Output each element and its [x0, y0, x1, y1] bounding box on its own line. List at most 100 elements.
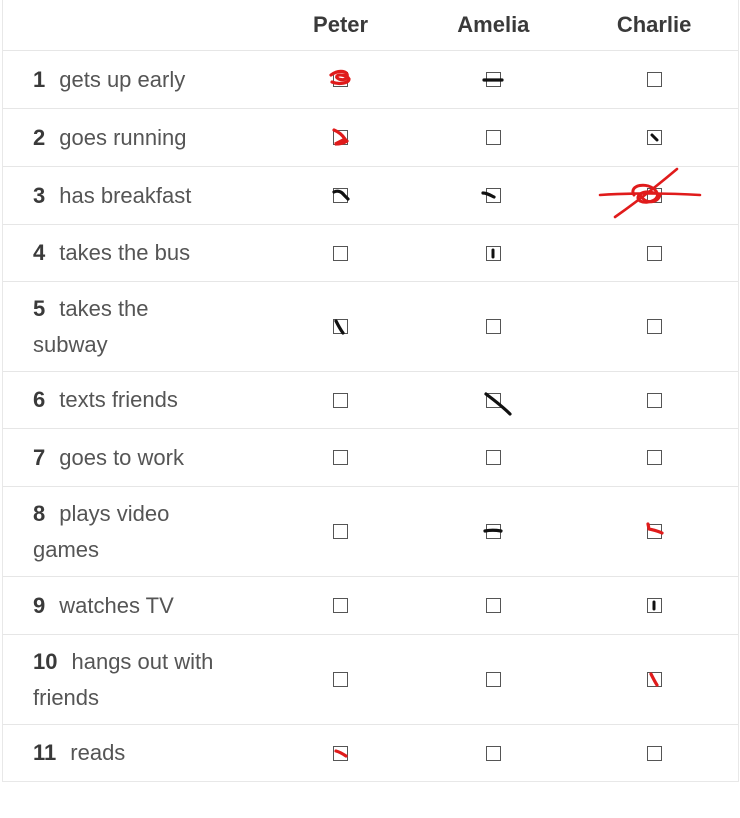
column-header-charlie: Charlie: [616, 12, 692, 37]
row-number: 11: [33, 740, 57, 765]
cell-amelia: [416, 188, 570, 203]
checkbox-amelia[interactable]: [485, 245, 501, 261]
checkbox-amelia[interactable]: [485, 130, 501, 145]
checkbox-charlie[interactable]: [646, 522, 664, 539]
checkbox-peter[interactable]: [333, 672, 349, 687]
activity-cell: 6 texts friends: [3, 382, 265, 418]
activity-label: takes the subway: [33, 295, 149, 357]
row-number: 3: [33, 182, 46, 208]
red-check-mark: [646, 522, 664, 535]
black-dash-mark: [481, 191, 496, 199]
checkbox-charlie[interactable]: [646, 450, 662, 465]
checkbox-peter[interactable]: [333, 450, 349, 465]
table-row: 7 goes to work: [3, 428, 738, 486]
cell-charlie: [570, 392, 738, 408]
cell-charlie: [570, 522, 738, 539]
cell-amelia: [416, 450, 570, 465]
checkbox-amelia[interactable]: [485, 598, 501, 613]
checkbox-peter[interactable]: [333, 745, 349, 761]
checkbox-charlie[interactable]: [646, 745, 662, 761]
table-row: 6 texts friends: [3, 371, 738, 428]
activity-label: texts friends: [59, 387, 178, 412]
activity-cell: 7 goes to work: [3, 440, 265, 476]
cell-charlie: [570, 167, 738, 219]
activity-cell: 9 watches TV: [3, 588, 265, 624]
activity-label: goes to work: [59, 444, 184, 470]
checkbox-amelia[interactable]: [485, 319, 501, 334]
table-row: 4 takes the bus: [3, 224, 738, 281]
cell-peter: [265, 128, 417, 146]
checkbox-charlie[interactable]: [646, 245, 662, 261]
checkbox-charlie[interactable]: [646, 392, 662, 408]
activity-cell: 11 reads: [3, 735, 265, 771]
cell-charlie: [570, 598, 738, 613]
cell-charlie: [570, 319, 738, 334]
black-dash-mark: [483, 528, 503, 533]
activity-cell: 3 has breakfast: [3, 178, 265, 214]
cell-amelia: [417, 524, 571, 539]
checkbox-amelia[interactable]: [482, 72, 504, 87]
red-check-mark: [332, 128, 349, 146]
checkbox-peter[interactable]: [333, 524, 349, 539]
cell-amelia: [416, 391, 570, 416]
checkbox-amelia[interactable]: [481, 188, 501, 203]
activity-cell: 5 takes the subway: [3, 291, 265, 363]
cell-charlie: [570, 672, 738, 687]
checkbox-peter[interactable]: [333, 392, 349, 408]
cell-peter: [265, 69, 417, 87]
checkbox-peter[interactable]: [332, 128, 349, 146]
checkbox-amelia[interactable]: [485, 672, 501, 687]
checkbox-peter[interactable]: [333, 598, 349, 613]
checkbox-charlie[interactable]: [646, 598, 662, 613]
checkbox-charlie[interactable]: [646, 130, 662, 145]
activity-label: watches TV: [59, 592, 174, 618]
cell-peter: [265, 598, 417, 613]
table-row: 9 watches TV: [3, 576, 738, 634]
cell-amelia: [416, 245, 570, 261]
checkbox-peter[interactable]: [333, 245, 349, 261]
activity-label: takes the bus: [59, 240, 191, 265]
activity-checklist-table: Peter Amelia Charlie 1 gets up early 2 g…: [2, 0, 739, 782]
header-row: Peter Amelia Charlie: [3, 0, 738, 50]
cell-charlie: [570, 72, 738, 87]
activity-label: hangs out with friends: [33, 648, 214, 710]
checkbox-amelia[interactable]: [483, 524, 503, 539]
activity-label: reads: [70, 740, 126, 765]
black-check-mark: [334, 319, 345, 335]
checkbox-peter[interactable]: [333, 319, 349, 335]
activity-cell: 1 gets up early: [3, 62, 265, 98]
red-dash-mark: [334, 748, 348, 758]
table-row: 5 takes the subway: [3, 281, 738, 371]
row-number: 9: [33, 592, 46, 618]
cell-peter: [265, 524, 417, 539]
cell-charlie: [570, 450, 738, 465]
checkbox-charlie[interactable]: [646, 72, 662, 87]
activity-cell: 10 hangs out with friends: [3, 644, 265, 716]
checkbox-charlie[interactable]: [646, 672, 662, 687]
cell-peter: [265, 245, 417, 261]
black-slash-mark: [484, 391, 512, 416]
column-header-peter: Peter: [313, 12, 369, 37]
checkbox-peter[interactable]: [329, 69, 351, 87]
checkbox-amelia[interactable]: [485, 745, 501, 761]
row-number: 6: [33, 387, 46, 412]
activity-label: plays video games: [33, 500, 170, 562]
activity-label: has breakfast: [59, 182, 192, 208]
activity-cell: 2 goes running: [3, 120, 265, 156]
red-check-mark: [649, 672, 659, 687]
cell-charlie: [570, 130, 738, 145]
checkbox-peter[interactable]: [332, 188, 350, 203]
black-tick-mark: [652, 600, 656, 611]
column-header-amelia: Amelia: [457, 12, 530, 37]
row-number: 8: [33, 500, 46, 526]
black-tick-mark: [491, 248, 495, 258]
checkbox-charlie[interactable]: [598, 167, 701, 219]
cell-peter: [265, 745, 417, 761]
checkbox-amelia[interactable]: [484, 391, 512, 416]
checkbox-amelia[interactable]: [485, 450, 501, 465]
activity-label: gets up early: [59, 66, 186, 92]
checkbox-charlie[interactable]: [646, 319, 662, 334]
row-number: 10: [33, 648, 58, 674]
cell-amelia: [416, 319, 570, 334]
table-row: 3 has breakfast: [3, 166, 738, 224]
